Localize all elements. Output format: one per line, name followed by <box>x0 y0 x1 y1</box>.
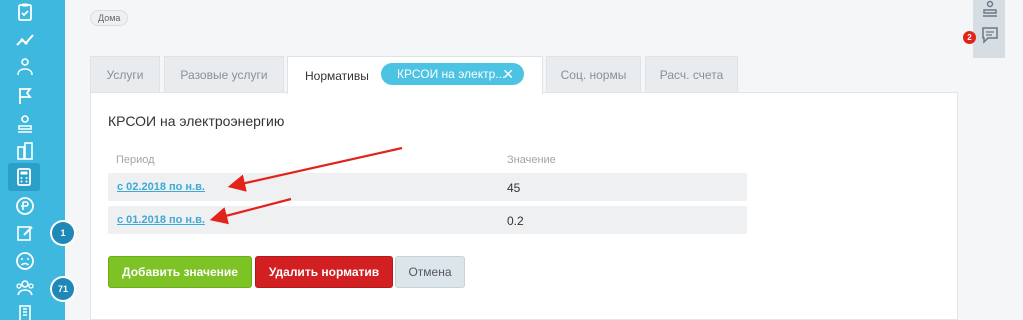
chart-line-icon[interactable] <box>14 29 36 51</box>
stamp-icon[interactable] <box>14 113 36 135</box>
norm-panel: КРСОИ на электроэнергию Период Значение … <box>90 92 958 320</box>
stamp-icon[interactable] <box>981 0 999 18</box>
sidebar: 1 71 <box>0 0 74 320</box>
right-rail <box>973 0 1005 58</box>
period-link[interactable]: с 02.2018 по н.в. <box>117 181 205 193</box>
column-header-value: Значение <box>507 154 556 166</box>
tab-settlement-accounts[interactable]: Расч. счета <box>645 56 738 92</box>
add-value-button[interactable]: Добавить значение <box>108 256 252 288</box>
close-icon[interactable]: ✕ <box>502 66 514 82</box>
buildings-icon[interactable] <box>14 140 36 162</box>
edit-note-icon[interactable] <box>14 222 36 244</box>
tab-one-time-services[interactable]: Разовые услуги <box>164 56 284 92</box>
flag-icon[interactable] <box>14 85 36 107</box>
notification-badge: 1 <box>52 222 74 244</box>
selected-norm-pill[interactable]: КРСОИ на электр... ✕ <box>381 63 524 85</box>
scrollbar[interactable] <box>1014 0 1023 320</box>
house-type-tag[interactable]: Дома <box>90 10 129 26</box>
tab-social-norms[interactable]: Соц. нормы <box>546 56 641 92</box>
delete-norm-button[interactable]: Удалить норматив <box>255 256 393 288</box>
row-value: 0.2 <box>507 214 524 228</box>
group-icon[interactable] <box>14 277 36 299</box>
coin-icon[interactable] <box>14 195 36 217</box>
clipboard-check-icon[interactable] <box>14 1 36 23</box>
column-header-period: Период <box>116 154 155 166</box>
cancel-button[interactable]: Отмена <box>395 256 465 288</box>
selected-norm-label: КРСОИ на электр... <box>397 67 506 81</box>
table-row: с 02.2018 по н.в. 45 <box>108 173 747 201</box>
users-icon[interactable] <box>14 56 36 78</box>
chat-icon[interactable] <box>981 26 999 44</box>
table-row: с 01.2018 по н.в. 0.2 <box>108 206 747 234</box>
panel-title: КРСОИ на электроэнергию <box>108 113 285 129</box>
tab-norms-label: Нормативы <box>305 68 369 83</box>
building-icon[interactable] <box>14 302 36 320</box>
calculator-icon[interactable] <box>8 163 40 191</box>
tab-services[interactable]: Услуги <box>90 56 160 92</box>
row-value: 45 <box>507 181 521 195</box>
notification-badge: 71 <box>52 278 74 300</box>
sad-face-icon[interactable] <box>14 250 36 272</box>
chat-notification-badge: 2 <box>963 31 976 44</box>
period-link[interactable]: с 01.2018 по н.в. <box>117 214 205 226</box>
